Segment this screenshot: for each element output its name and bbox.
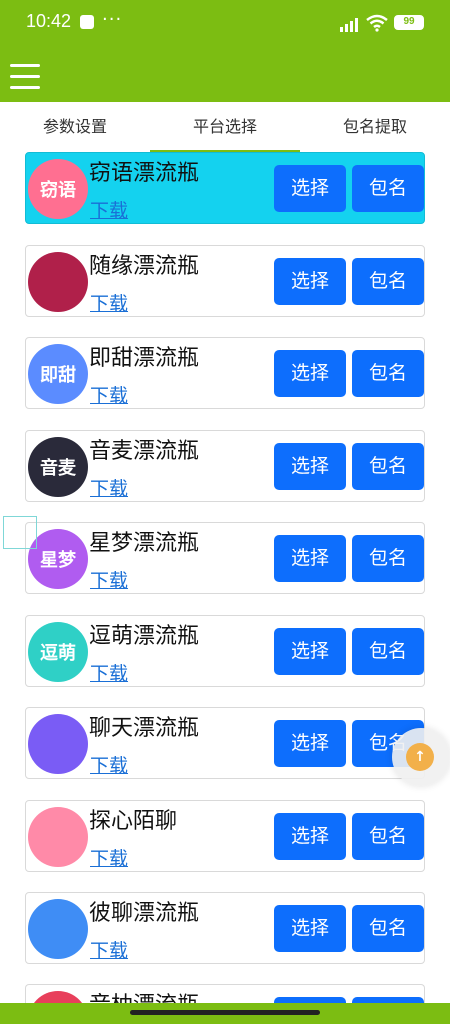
select-button[interactable]: 选择: [274, 813, 346, 860]
menu-icon[interactable]: [10, 64, 40, 90]
download-link[interactable]: 下载: [90, 196, 128, 223]
package-button[interactable]: 包名: [352, 905, 424, 952]
package-button[interactable]: 包名: [352, 350, 424, 397]
list-item[interactable]: 音麦 音麦漂流瓶 下载 选择 包名: [25, 430, 425, 502]
app-name: 彼聊漂流瓶: [89, 901, 200, 926]
list-item[interactable]: 即甜 即甜漂流瓶 下载 选择 包名: [25, 337, 425, 409]
download-link[interactable]: 下载: [90, 289, 128, 316]
download-link[interactable]: 下载: [90, 381, 128, 408]
select-button[interactable]: 选择: [274, 443, 346, 490]
app-name: 聊天漂流瓶: [89, 716, 200, 741]
select-button[interactable]: 选择: [274, 165, 346, 212]
download-link[interactable]: 下载: [90, 566, 128, 593]
list-item[interactable]: 探心陌聊 下载 选择 包名: [25, 800, 425, 872]
download-link[interactable]: 下载: [90, 659, 128, 686]
package-button[interactable]: 包名: [352, 813, 424, 860]
package-button[interactable]: 包名: [352, 258, 424, 305]
app-logo-icon: [28, 899, 88, 959]
battery-icon: 99: [394, 15, 424, 30]
select-button[interactable]: 选择: [274, 720, 346, 767]
select-button[interactable]: 选择: [274, 350, 346, 397]
tab-params[interactable]: 参数设置: [0, 102, 150, 152]
app-logo-icon: 即甜: [28, 344, 88, 404]
status-time: 10:42: [26, 11, 72, 31]
status-bar: 10:42 ··· 99: [0, 0, 450, 46]
list-item[interactable]: 窃语 窃语漂流瓶 下载 选择 包名: [25, 152, 425, 224]
list-item[interactable]: 彼聊漂流瓶 下载 选择 包名: [25, 892, 425, 964]
wifi-icon: [366, 14, 388, 32]
app-name: 音麦漂流瓶: [89, 439, 200, 464]
package-button[interactable]: 包名: [352, 443, 424, 490]
assistant-icon: ↑: [406, 743, 434, 771]
app-name: 窃语漂流瓶: [89, 161, 200, 186]
app-logo-icon: [28, 807, 88, 867]
download-link[interactable]: 下载: [90, 844, 128, 871]
package-button[interactable]: 包名: [352, 535, 424, 582]
tab-package-extract[interactable]: 包名提取: [300, 102, 450, 152]
app-name: 星梦漂流瓶: [89, 531, 200, 556]
list-item[interactable]: 逗萌 逗萌漂流瓶 下载 选择 包名: [25, 615, 425, 687]
notification-icon: [80, 15, 94, 29]
app-logo-icon: 音麦: [28, 437, 88, 497]
focus-highlight-box: [3, 516, 37, 549]
app-name: 探心陌聊: [89, 809, 178, 834]
app-logo-icon: 窃语: [28, 159, 88, 219]
tab-bar: 参数设置 平台选择 包名提取: [0, 102, 450, 153]
app-logo-icon: 星梦: [28, 529, 88, 589]
more-notifications-icon: ···: [102, 9, 123, 30]
package-button[interactable]: 包名: [352, 628, 424, 675]
select-button[interactable]: 选择: [274, 628, 346, 675]
download-link[interactable]: 下载: [90, 936, 128, 963]
list-item[interactable]: 聊天漂流瓶 下载 选择 包名: [25, 707, 425, 779]
select-button[interactable]: 选择: [274, 535, 346, 582]
app-logo-icon: [28, 714, 88, 774]
package-button[interactable]: 包名: [352, 165, 424, 212]
app-logo-icon: 逗萌: [28, 622, 88, 682]
list-item[interactable]: 星梦 星梦漂流瓶 下载 选择 包名: [25, 522, 425, 594]
app-logo-icon: [28, 252, 88, 312]
select-button[interactable]: 选择: [274, 905, 346, 952]
home-indicator[interactable]: [130, 1010, 320, 1015]
floating-assistant-button[interactable]: ↑: [392, 728, 450, 786]
signal-icon: [340, 18, 358, 32]
download-link[interactable]: 下载: [90, 751, 128, 778]
app-header: [0, 46, 450, 102]
app-name: 即甜漂流瓶: [89, 346, 200, 371]
app-name: 随缘漂流瓶: [89, 254, 200, 279]
download-link[interactable]: 下载: [90, 474, 128, 501]
app-name: 逗萌漂流瓶: [89, 624, 200, 649]
select-button[interactable]: 选择: [274, 258, 346, 305]
tab-platform[interactable]: 平台选择: [150, 102, 300, 152]
list-item[interactable]: 随缘漂流瓶 下载 选择 包名: [25, 245, 425, 317]
